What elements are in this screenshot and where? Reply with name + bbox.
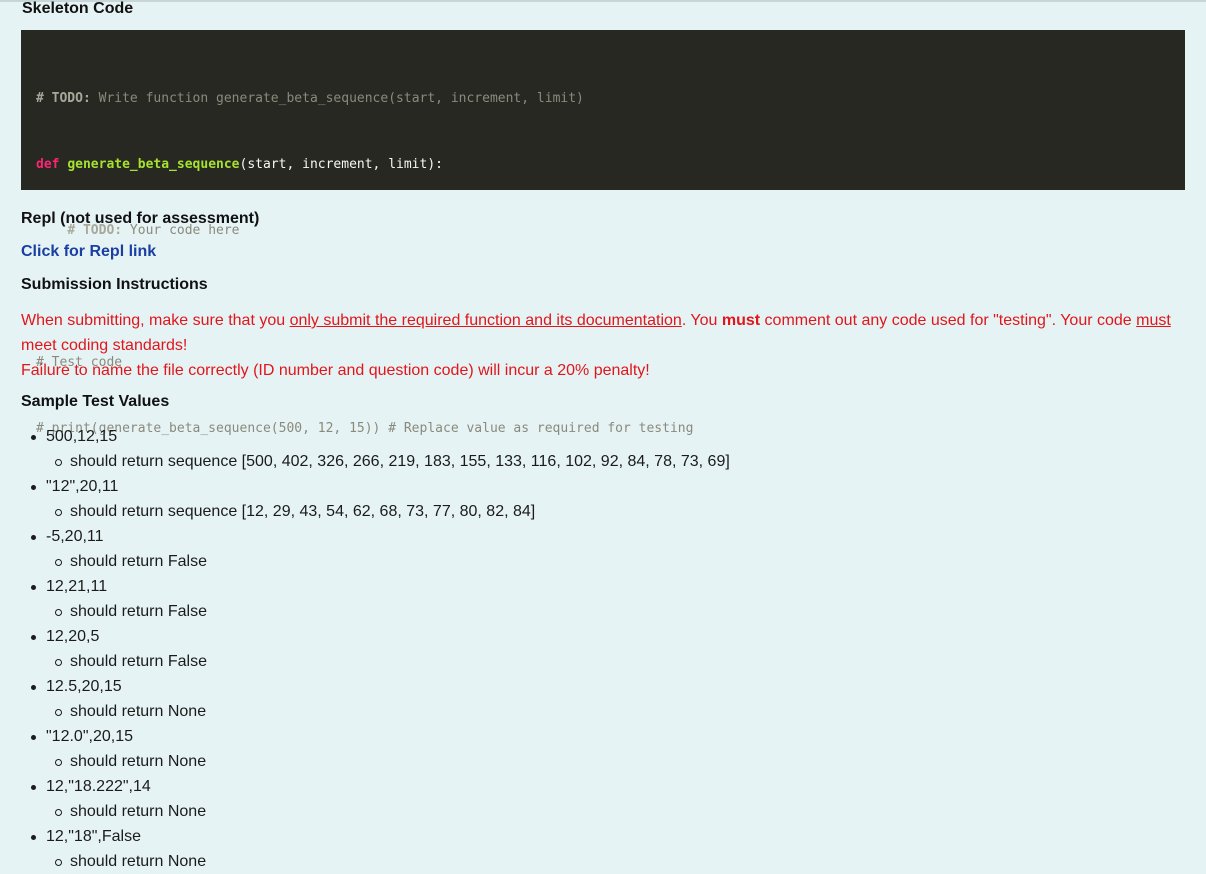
instructions-text: . You (681, 312, 722, 329)
skeleton-code-heading: Skeleton Code (22, 0, 134, 17)
test-expected-result: should return None (46, 849, 730, 874)
test-values-list: 500,12,15 should return sequence [500, 4… (21, 424, 730, 874)
test-expected-result: should return None (46, 799, 730, 824)
test-expected-result: should return sequence [500, 402, 326, 2… (46, 449, 730, 474)
test-case: 12,"18",False should return None (21, 824, 730, 874)
instructions-text: When submitting, make sure that you (21, 312, 290, 329)
test-case: 12,21,11 should return False (21, 574, 730, 624)
test-input: 12,"18",False (46, 828, 141, 845)
instructions-text: meet coding standards! (21, 337, 188, 354)
test-input: 12,"18.222",14 (46, 778, 151, 795)
test-input: 12,21,11 (46, 578, 108, 595)
test-case: -5,20,11 should return False (21, 524, 730, 574)
test-input: 500,12,15 (46, 428, 118, 445)
code-line-1: # TODO: Write function generate_beta_seq… (36, 88, 1185, 110)
test-input: 12.5,20,15 (46, 678, 122, 695)
test-case: 12,20,5 should return False (21, 624, 730, 674)
code-block[interactable]: # TODO: Write function generate_beta_seq… (21, 30, 1185, 436)
test-input: 12,20,5 (46, 628, 100, 645)
test-case: 500,12,15 should return sequence [500, 4… (21, 424, 730, 474)
todo-marker: # TODO: (36, 91, 91, 106)
test-expected-result: should return False (46, 599, 730, 624)
test-expected-result: should return False (46, 549, 730, 574)
test-case: "12.0",20,15 should return None (21, 724, 730, 774)
code-function-name: generate_beta_sequence (67, 157, 240, 172)
test-case: "12",20,11 should return sequence [12, 2… (21, 474, 730, 524)
test-expected-result: should return None (46, 749, 730, 774)
submission-instructions: When submitting, make sure that you only… (21, 308, 1181, 383)
instructions-paragraph-2: Failure to name the file correctly (ID n… (21, 362, 650, 379)
repl-link[interactable]: Click for Repl link (21, 243, 156, 261)
instructions-underlined-text: must (1136, 312, 1171, 329)
repl-heading: Repl (not used for assessment) (21, 210, 260, 227)
instructions-text: comment out any code used for "testing".… (760, 312, 1137, 329)
submission-instructions-heading: Submission Instructions (21, 276, 208, 293)
test-input: "12",20,11 (46, 478, 119, 495)
test-case: 12.5,20,15 should return None (21, 674, 730, 724)
test-expected-result: should return None (46, 699, 730, 724)
instructions-bold-text: must (721, 312, 761, 329)
code-comment: Write function generate_beta_sequence(st… (90, 91, 584, 106)
instructions-paragraph-1: When submitting, make sure that you only… (21, 308, 1181, 358)
test-expected-result: should return False (46, 649, 730, 674)
code-line-2: def generate_beta_sequence(start, increm… (36, 154, 1185, 176)
test-expected-result: should return sequence [12, 29, 43, 54, … (46, 499, 730, 524)
test-input: -5,20,11 (46, 528, 104, 545)
top-divider (0, 0, 1206, 2)
instructions-underlined-text: only submit the required function and it… (289, 312, 682, 329)
code-keyword: def (36, 157, 60, 172)
test-input: "12.0",20,15 (46, 728, 133, 745)
test-case: 12,"18.222",14 should return None (21, 774, 730, 824)
code-params: (start, increment, limit): (239, 157, 444, 172)
sample-test-values-heading: Sample Test Values (21, 393, 170, 410)
